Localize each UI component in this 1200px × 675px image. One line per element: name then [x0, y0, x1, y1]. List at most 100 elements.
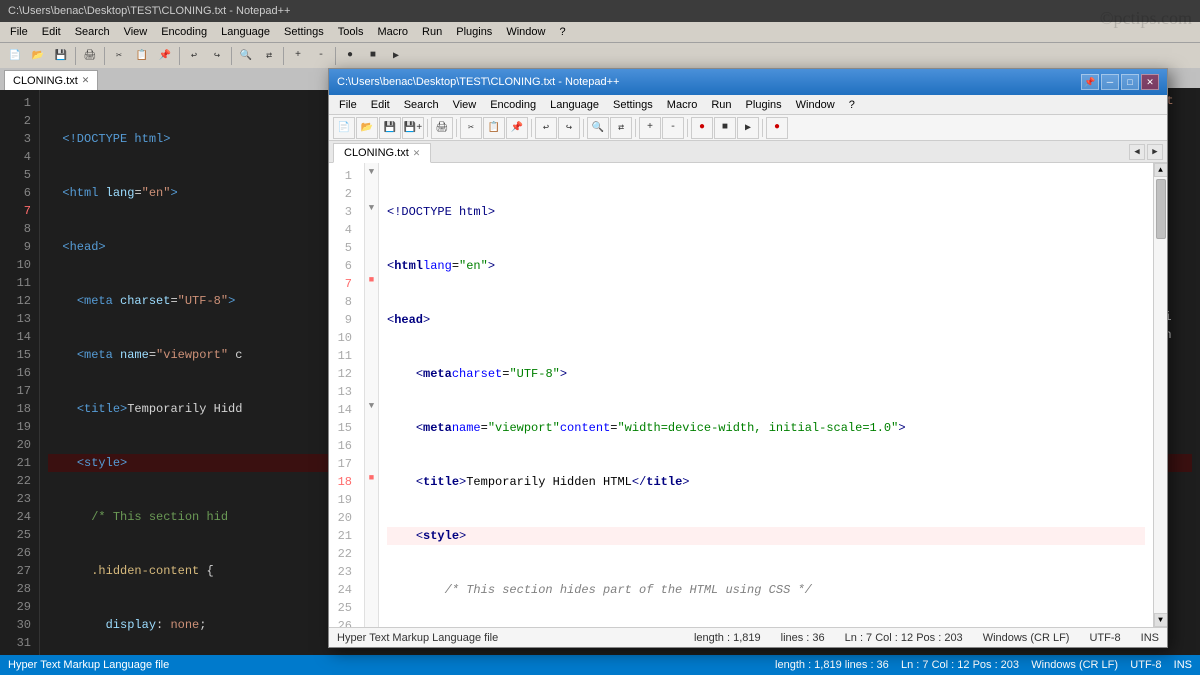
fg-menu-plugins[interactable]: Plugins — [740, 98, 788, 112]
fg-find-btn[interactable]: 🔍 — [587, 117, 609, 139]
fg-minimize-btn[interactable]: ─ — [1101, 74, 1119, 90]
fg-zoomin-btn[interactable]: + — [639, 117, 661, 139]
fg-status-insert-mode: INS — [1141, 632, 1159, 644]
fg-scrollbar[interactable]: ▲ ▼ — [1153, 163, 1167, 627]
fg-tab[interactable]: CLONING.txt ✕ — [333, 143, 431, 163]
bg-status-filetype: Hyper Text Markup Language file — [8, 659, 169, 671]
bg-menu-help[interactable]: ? — [553, 25, 571, 39]
bg-macro3-btn[interactable]: ▶ — [385, 45, 407, 67]
fg-menu-bar: File Edit Search View Encoding Language … — [329, 95, 1167, 115]
bg-print-btn[interactable]: 🖨 — [79, 45, 101, 67]
bg-cut-btn[interactable]: ✂ — [108, 45, 130, 67]
fg-editor-main: 1 2 3 4 5 6 7 8 9 10 11 12 13 14 15 16 1… — [329, 163, 1167, 627]
fg-sep2 — [456, 119, 457, 137]
fg-maximize-btn[interactable]: □ — [1121, 74, 1139, 90]
bg-open-btn[interactable]: 📂 — [27, 45, 49, 67]
fg-menu-view[interactable]: View — [447, 98, 483, 112]
bg-zoomin-btn[interactable]: + — [287, 45, 309, 67]
bg-toolbar-sep2 — [104, 47, 105, 65]
fg-menu-encoding[interactable]: Encoding — [484, 98, 542, 112]
fg-status-line-ending: Windows (CR LF) — [983, 632, 1070, 644]
fg-new-btn[interactable]: 📄 — [333, 117, 355, 139]
code-line-8: /* This section hides part of the HTML u… — [387, 581, 1145, 599]
fg-rec-btn[interactable]: ● — [691, 117, 713, 139]
fg-status-length: length : 1,819 — [694, 632, 761, 644]
bg-find-btn[interactable]: 🔍 — [235, 45, 257, 67]
code-line-3: <head> — [387, 311, 1145, 329]
fg-zoomout-btn[interactable]: - — [662, 117, 684, 139]
bg-menu-tools[interactable]: Tools — [332, 25, 370, 39]
fg-menu-macro[interactable]: Macro — [661, 98, 704, 112]
fg-tab-label: CLONING.txt — [344, 147, 409, 159]
bg-copy-btn[interactable]: 📋 — [131, 45, 153, 67]
fg-copy-btn[interactable]: 📋 — [483, 117, 505, 139]
bg-macro1-btn[interactable]: ● — [339, 45, 361, 67]
code-line-1: <!DOCTYPE html> — [387, 203, 1145, 221]
bg-save-btn[interactable]: 💾 — [50, 45, 72, 67]
fg-paste-btn[interactable]: 📌 — [506, 117, 528, 139]
bg-replace-btn[interactable]: ⇄ — [258, 45, 280, 67]
bg-menu-encoding[interactable]: Encoding — [155, 25, 213, 39]
fg-close-btn[interactable]: ✕ — [1141, 74, 1159, 90]
fg-menu-edit[interactable]: Edit — [365, 98, 396, 112]
fg-menu-window[interactable]: Window — [790, 98, 841, 112]
fg-redo-btn[interactable]: ↪ — [558, 117, 580, 139]
fg-menu-help[interactable]: ? — [843, 98, 861, 112]
bg-undo-btn[interactable]: ↩ — [183, 45, 205, 67]
fg-code-area[interactable]: <!DOCTYPE html> <html lang="en"> <head> … — [379, 163, 1153, 627]
fg-save-btn[interactable]: 💾 — [379, 117, 401, 139]
fg-pin-btn[interactable]: 📌 — [1081, 74, 1099, 90]
bg-menu-window[interactable]: Window — [500, 25, 551, 39]
bg-menu-run[interactable]: Run — [416, 25, 448, 39]
fg-print-btn[interactable]: 🖨 — [431, 117, 453, 139]
fg-tab-prev[interactable]: ◀ — [1129, 144, 1145, 160]
code-line-6: <title>Temporarily Hidden HTML</title> — [387, 473, 1145, 491]
fg-menu-language[interactable]: Language — [544, 98, 605, 112]
bg-line-numbers: 1 2 3 4 5 6 7 8 9 10 11 12 13 14 15 16 1… — [0, 90, 40, 675]
bg-menu-settings[interactable]: Settings — [278, 25, 330, 39]
bg-menu-plugins[interactable]: Plugins — [450, 25, 498, 39]
fg-status-bar: Hyper Text Markup Language file length :… — [329, 627, 1167, 647]
bg-menu-edit[interactable]: Edit — [36, 25, 67, 39]
fg-tab-close[interactable]: ✕ — [413, 148, 421, 159]
fg-scroll-up[interactable]: ▲ — [1154, 163, 1168, 177]
fg-menu-search[interactable]: Search — [398, 98, 445, 112]
code-line-4: <meta charset="UTF-8"> — [387, 365, 1145, 383]
fg-play-btn[interactable]: ▶ — [737, 117, 759, 139]
bg-toolbar-sep4 — [231, 47, 232, 65]
fg-menu-run[interactable]: Run — [705, 98, 737, 112]
bg-paste-btn[interactable]: 📌 — [154, 45, 176, 67]
bg-menu-macro[interactable]: Macro — [371, 25, 414, 39]
fg-undo-btn[interactable]: ↩ — [535, 117, 557, 139]
bg-tab-close[interactable]: ✕ — [82, 75, 90, 86]
fg-scroll-down[interactable]: ▼ — [1154, 613, 1168, 627]
bg-menu-view[interactable]: View — [118, 25, 154, 39]
fg-scroll-track[interactable] — [1154, 177, 1167, 613]
fg-cut-btn[interactable]: ✂ — [460, 117, 482, 139]
fg-open-btn[interactable]: 📂 — [356, 117, 378, 139]
fg-toolbar: 📄 📂 💾 💾+ 🖨 ✂ 📋 📌 ↩ ↪ 🔍 ⇄ + - ● ■ ▶ ● — [329, 115, 1167, 141]
bg-menu-file[interactable]: File — [4, 25, 34, 39]
bg-zoomout-btn[interactable]: - — [310, 45, 332, 67]
bg-macro2-btn[interactable]: ■ — [362, 45, 384, 67]
fg-tab-bar: CLONING.txt ✕ ◀ ▶ — [329, 141, 1167, 163]
fg-sync-btn[interactable]: ● — [766, 117, 788, 139]
bg-tab-label: CLONING.txt — [13, 75, 78, 87]
bg-redo-btn[interactable]: ↪ — [206, 45, 228, 67]
fg-replace-btn[interactable]: ⇄ — [610, 117, 632, 139]
fg-status-lines: lines : 36 — [781, 632, 825, 644]
bg-new-btn[interactable]: 📄 — [4, 45, 26, 67]
fg-menu-file[interactable]: File — [333, 98, 363, 112]
bg-tab[interactable]: CLONING.txt ✕ — [4, 70, 98, 90]
bg-toolbar-sep1 — [75, 47, 76, 65]
fg-stop-btn[interactable]: ■ — [714, 117, 736, 139]
fg-sep4 — [583, 119, 584, 137]
fg-saveall-btn[interactable]: 💾+ — [402, 117, 424, 139]
bg-menu-search[interactable]: Search — [69, 25, 116, 39]
bg-menu-language[interactable]: Language — [215, 25, 276, 39]
fg-tab-next[interactable]: ▶ — [1147, 144, 1163, 160]
fg-fold-margin: ▼ ▼ ■ ▼ ■ — [365, 163, 379, 627]
fg-scroll-thumb[interactable] — [1156, 179, 1166, 239]
bg-title-text: C:\Users\benac\Desktop\TEST\CLONING.txt … — [8, 5, 290, 17]
fg-menu-settings[interactable]: Settings — [607, 98, 659, 112]
